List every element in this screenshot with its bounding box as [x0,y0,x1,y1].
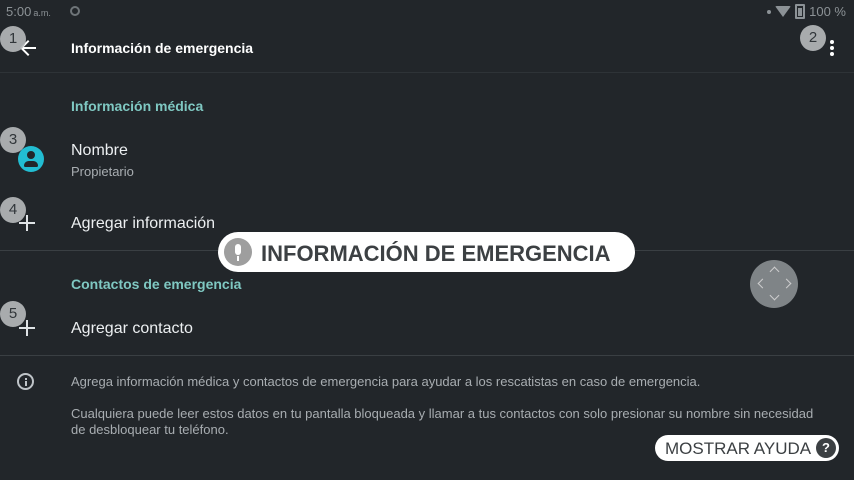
badge-1: 1 [0,26,26,52]
status-icons: 100 % [767,4,846,19]
status-time: 5:00 a.m. [6,4,51,19]
app-bar: Información de emergencia [0,24,854,73]
signal-dot-icon [767,9,772,14]
scroll-control[interactable] [750,260,798,308]
overflow-menu-icon[interactable] [824,38,840,60]
name-title: Nombre [71,142,128,159]
show-help-button[interactable]: MOSTRAR AYUDA ? [655,435,839,461]
footer-text-1: Agrega información médica y contactos de… [71,374,701,389]
notification-icon [70,6,80,16]
add-info-label: Agregar información [71,215,216,232]
show-help-label: MOSTRAR AYUDA [665,439,812,458]
help-question-icon: ? [816,438,836,458]
footer-text-2: Cualquiera puede leer estos datos en tu … [71,406,814,437]
battery-icon [795,4,806,19]
add-contact-label: Agregar contacto [71,320,193,337]
chevron-left-icon[interactable] [757,278,768,289]
voice-command-label: INFORMACIÓN DE EMERGENCIA [261,241,611,266]
medical-info-header: Información médica [71,98,204,114]
badge-4: 4 [0,197,26,223]
chevron-down-icon[interactable] [769,290,780,301]
voice-command-pill: INFORMACIÓN DE EMERGENCIA [218,232,635,272]
badge-5: 5 [0,301,26,327]
name-value: Propietario [71,164,134,179]
chevron-up-icon[interactable] [769,266,780,277]
chevron-right-icon[interactable] [781,278,792,289]
microphone-icon [224,238,252,266]
badge-2: 2 [800,25,826,51]
contacts-header: Contactos de emergencia [71,276,242,292]
badge-3: 3 [0,127,26,153]
page-title: Información de emergencia [71,40,254,56]
battery-level: 100 % [809,4,846,19]
info-icon [17,373,34,390]
wifi-icon [775,6,792,17]
person-avatar-icon [18,146,44,172]
status-bar: 5:00 a.m. 100 % [0,0,854,24]
divider [0,355,854,356]
